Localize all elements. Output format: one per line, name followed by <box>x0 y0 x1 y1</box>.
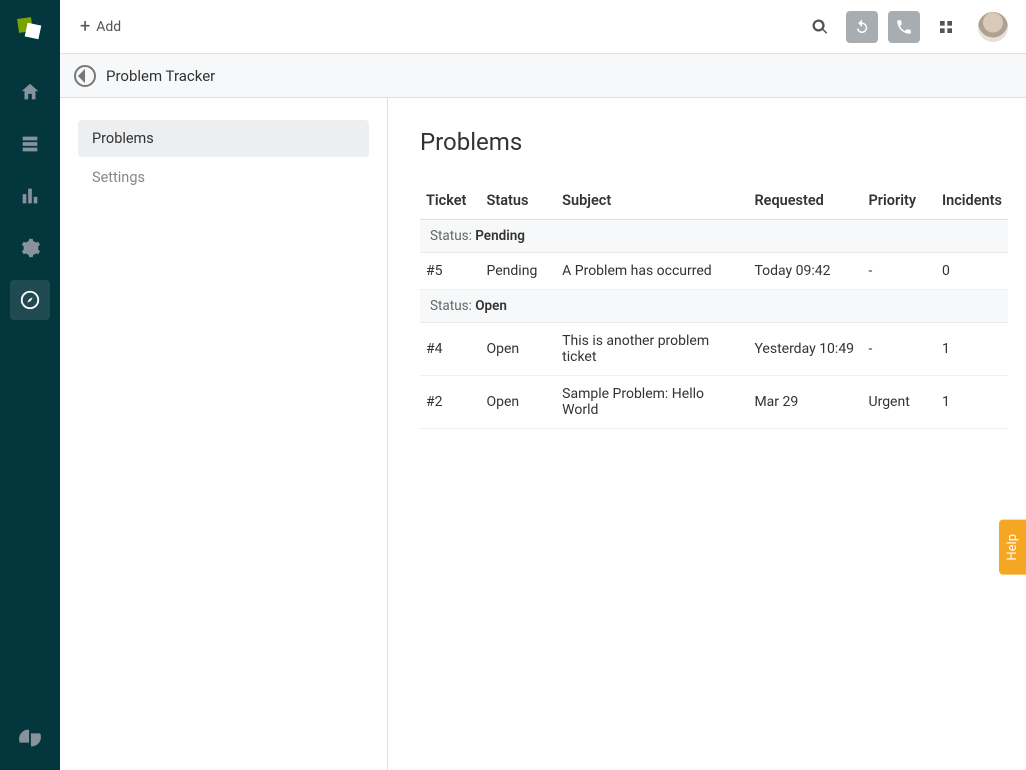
plus-icon: + <box>80 18 90 36</box>
subnav-item-settings[interactable]: Settings <box>78 159 369 196</box>
admin-gear-icon[interactable] <box>10 228 50 268</box>
cell-requested: Mar 29 <box>748 376 862 429</box>
subnav: Problems Settings <box>60 98 388 770</box>
left-rail <box>0 0 60 770</box>
cell-incidents: 0 <box>936 253 1008 290</box>
reports-icon[interactable] <box>10 176 50 216</box>
page-title: Problems <box>420 128 1008 156</box>
cell-subject: This is another problem ticket <box>556 323 748 376</box>
cell-ticket: #5 <box>420 253 481 290</box>
views-icon[interactable] <box>10 124 50 164</box>
cell-requested: Yesterday 10:49 <box>748 323 862 376</box>
col-incidents[interactable]: Incidents <box>936 182 1008 220</box>
col-ticket[interactable]: Ticket <box>420 182 481 220</box>
cell-ticket: #2 <box>420 376 481 429</box>
search-icon[interactable] <box>804 11 836 43</box>
home-icon[interactable] <box>10 72 50 112</box>
apps-grid-icon[interactable] <box>930 11 962 43</box>
cell-status: Open <box>481 376 557 429</box>
subnav-item-problems[interactable]: Problems <box>78 120 369 157</box>
phone-icon[interactable] <box>888 11 920 43</box>
cell-subject: A Problem has occurred <box>556 253 748 290</box>
compass-nav-icon[interactable] <box>10 280 50 320</box>
compass-icon <box>74 65 96 87</box>
add-button[interactable]: + Add <box>80 18 121 36</box>
zendesk-footer-icon[interactable] <box>10 718 50 758</box>
problems-table: Ticket Status Subject Requested Priority… <box>420 182 1008 429</box>
cell-subject: Sample Problem: Hello World <box>556 376 748 429</box>
cell-incidents: 1 <box>936 323 1008 376</box>
app-title: Problem Tracker <box>106 67 215 85</box>
col-priority[interactable]: Priority <box>863 182 936 220</box>
add-label: Add <box>96 19 121 35</box>
group-header: Status: Pending <box>420 220 1008 253</box>
cell-priority: - <box>863 253 936 290</box>
cell-priority: Urgent <box>863 376 936 429</box>
content-area: Problems Ticket Status S <box>388 98 1026 770</box>
cell-requested: Today 09:42 <box>748 253 862 290</box>
table-row[interactable]: #2OpenSample Problem: Hello WorldMar 29U… <box>420 376 1008 429</box>
cell-status: Pending <box>481 253 557 290</box>
refresh-icon[interactable] <box>846 11 878 43</box>
cell-incidents: 1 <box>936 376 1008 429</box>
group-header: Status: Open <box>420 290 1008 323</box>
table-row[interactable]: #5PendingA Problem has occurredToday 09:… <box>420 253 1008 290</box>
brand-logo <box>16 16 44 44</box>
top-bar: + Add <box>60 0 1026 54</box>
col-requested[interactable]: Requested <box>748 182 862 220</box>
avatar[interactable] <box>978 12 1008 42</box>
table-row[interactable]: #4OpenThis is another problem ticketYest… <box>420 323 1008 376</box>
col-subject[interactable]: Subject <box>556 182 748 220</box>
cell-ticket: #4 <box>420 323 481 376</box>
help-tab[interactable]: Help <box>999 520 1026 575</box>
col-status[interactable]: Status <box>481 182 557 220</box>
app-title-bar: Problem Tracker <box>60 54 1026 98</box>
cell-status: Open <box>481 323 557 376</box>
cell-priority: - <box>863 323 936 376</box>
